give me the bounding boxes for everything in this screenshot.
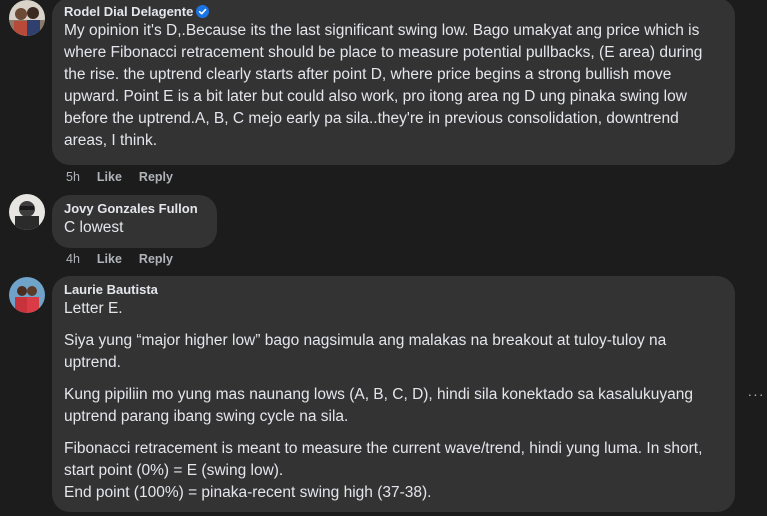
avatar-laurie[interactable] xyxy=(9,277,45,313)
comment-text: C lowest xyxy=(64,219,124,236)
comment-author[interactable]: Rodel Dial Delagente xyxy=(64,3,723,20)
like-button[interactable]: Like xyxy=(97,251,122,267)
comment-paragraph: Letter E. xyxy=(64,300,123,317)
comment-timestamp[interactable]: 4h xyxy=(66,251,80,267)
author-name[interactable]: Rodel Dial Delagente xyxy=(64,3,193,20)
author-name[interactable]: Jovy Gonzales Fullon xyxy=(64,200,198,217)
more-options-icon[interactable]: ··· xyxy=(747,384,765,404)
comment-actions: 4h Like Reply xyxy=(66,251,173,267)
comment-text: My opinion it's D,.Because its the last … xyxy=(64,22,703,149)
comment-bubble-rodel: Rodel Dial Delagente My opinion it's D,.… xyxy=(52,0,735,165)
comment-paragraph: End point (100%) = pinaka-recent swing h… xyxy=(64,484,432,501)
comment-author[interactable]: Jovy Gonzales Fullon xyxy=(64,200,205,217)
comment-paragraph: Kung pipiliin mo yung mas naunang lows (… xyxy=(64,386,693,425)
avatar-jovy[interactable] xyxy=(9,194,45,230)
like-button[interactable]: Like xyxy=(97,169,122,185)
avatar-rodel[interactable] xyxy=(9,0,45,36)
comment-actions: 5h Like Reply xyxy=(66,169,173,185)
author-name[interactable]: Laurie Bautista xyxy=(64,281,158,298)
reply-button[interactable]: Reply xyxy=(139,251,173,267)
comment-author[interactable]: Laurie Bautista xyxy=(64,281,723,298)
comment-bubble-jovy: Jovy Gonzales Fullon C lowest xyxy=(52,195,217,248)
comment-text: Letter E. Siya yung “major higher low” b… xyxy=(64,298,723,504)
reply-button[interactable]: Reply xyxy=(139,169,173,185)
comment-bubble-laurie: Laurie Bautista Letter E. Siya yung “maj… xyxy=(52,276,735,512)
comment-paragraph: Siya yung “major higher low” bago nagsim… xyxy=(64,332,667,371)
comment-paragraph: Fibonacci retracement is meant to measur… xyxy=(64,440,703,479)
comment-timestamp[interactable]: 5h xyxy=(66,169,80,185)
verified-badge-icon xyxy=(196,5,210,18)
